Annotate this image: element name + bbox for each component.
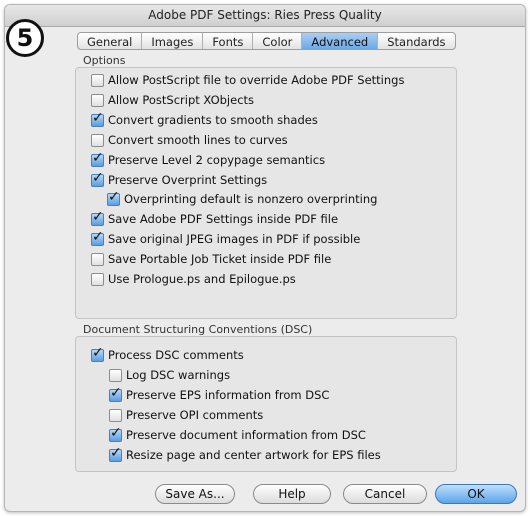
title-bar: Adobe PDF Settings: Ries Press Quality [5,5,525,27]
option-process-dsc[interactable]: Process DSC comments [91,345,244,363]
checkbox[interactable] [91,73,104,87]
option-allow-ps-xobjects[interactable]: Allow PostScript XObjects [91,92,254,108]
checkbox[interactable] [91,133,104,147]
save-as-button[interactable]: Save As... [155,484,235,504]
option-save-original-jpeg[interactable]: Save original JPEG images in PDF if poss… [91,229,360,247]
tab-standards[interactable]: Standards [378,33,454,49]
cancel-button[interactable]: Cancel [343,484,427,504]
checkbox[interactable] [107,189,120,206]
dsc-group-label: Document Structuring Conventions (DSC) [83,323,313,336]
option-save-job-ticket[interactable]: Save Portable Job Ticket inside PDF file [91,251,331,267]
tab-fonts[interactable]: Fonts [203,33,254,49]
option-preserve-level2-copypage[interactable]: Preserve Level 2 copypage semantics [91,150,325,168]
option-preserve-overprint[interactable]: Preserve Overprint Settings [91,170,267,188]
step-number-badge: 5 [6,19,44,57]
help-button[interactable]: Help [253,484,331,504]
option-convert-gradients[interactable]: Convert gradients to smooth shades [91,110,318,128]
tab-advanced[interactable]: Advanced [302,33,379,49]
ok-button[interactable]: OK [435,484,517,504]
option-resize-page-eps[interactable]: Resize page and center artwork for EPS f… [109,445,381,463]
tab-color[interactable]: Color [253,33,303,49]
option-save-pdf-settings[interactable]: Save Adobe PDF Settings inside PDF file [91,209,338,227]
option-preserve-eps-info[interactable]: Preserve EPS information from DSC [109,385,329,403]
tab-images[interactable]: Images [142,33,204,49]
option-allow-ps-override[interactable]: Allow PostScript file to override Adobe … [91,72,404,88]
checkbox[interactable] [109,385,122,402]
tab-general[interactable]: General [78,33,143,49]
option-use-prologue-epilogue[interactable]: Use Prologue.ps and Epilogue.ps [91,271,296,287]
window-title: Adobe PDF Settings: Ries Press Quality [148,8,382,22]
checkbox[interactable] [109,368,122,382]
options-group-label: Options [83,54,126,67]
checkbox[interactable] [109,425,122,442]
pdf-settings-dialog: Adobe PDF Settings: Ries Press Quality G… [4,4,526,512]
option-preserve-doc-info[interactable]: Preserve document information from DSC [109,425,366,443]
checkbox[interactable] [109,408,122,422]
option-overprinting-default[interactable]: Overprinting default is nonzero overprin… [107,189,377,207]
checkbox[interactable] [91,272,104,286]
checkbox[interactable] [91,93,104,107]
option-log-dsc-warnings[interactable]: Log DSC warnings [109,367,230,383]
option-preserve-opi[interactable]: Preserve OPI comments [109,407,263,423]
checkbox[interactable] [91,150,104,167]
tab-bar: General Images Fonts Color Advanced Stan… [77,32,456,50]
checkbox[interactable] [91,229,104,246]
checkbox[interactable] [91,345,104,362]
checkbox[interactable] [91,209,104,226]
checkbox[interactable] [109,445,122,462]
option-convert-smooth-lines[interactable]: Convert smooth lines to curves [91,132,288,148]
checkbox[interactable] [91,110,104,127]
checkbox[interactable] [91,170,104,187]
checkbox[interactable] [91,252,104,266]
